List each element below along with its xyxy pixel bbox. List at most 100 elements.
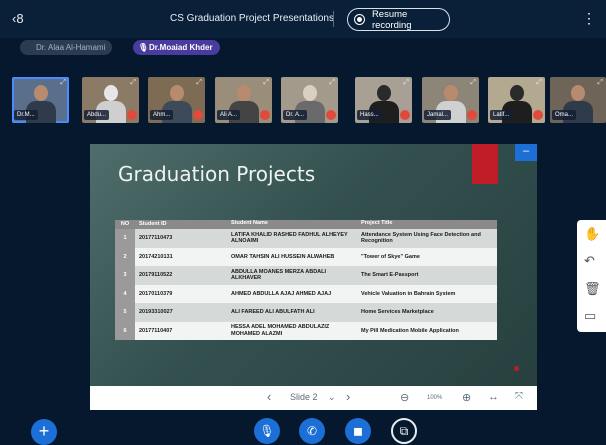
table-row: 6 20177110407 HESSA ADEL MOHAMED ABDULAZ… [115,321,497,340]
zoom-out-button[interactable]: ⊖ [400,391,409,404]
cell-student-name: HESSA ADEL MOHAMED ABDULAZIZ MOHAMED ALA… [231,324,330,337]
expand-icon[interactable]: ⤢ [403,79,409,87]
cell-project-title: Home Services Marketplace [361,309,434,315]
talker-indicator-1[interactable]: Dr. Alaa Al-Hamami [20,40,113,55]
expand-icon[interactable]: ⤢ [597,79,603,87]
participant-video [236,85,251,101]
slide-select[interactable]: Slide 2 [290,392,318,402]
chevron-down-icon[interactable]: ⌄ [328,392,336,403]
users-icon[interactable]: ‹8 [12,11,24,26]
resume-recording-button[interactable]: Resume recording [347,8,450,31]
header-no: NO [120,221,130,227]
table-header: NO Student ID Student Name Project Title [115,220,497,229]
cell-no: 6 [115,321,135,340]
table-row: 2 20174210131 OMAR TAHSIN ALI HUSSEIN AL… [115,247,497,266]
slide-title: Graduation Projects [118,162,316,186]
participant-video [443,85,458,101]
webcam-tile[interactable]: ⤢ Oma... [550,77,606,123]
participant-label: Dr.M... [14,110,38,120]
participant-label: Jamal... [424,110,452,120]
annotation-toolbar: ✋ ↶ 🗑 ▭ [577,220,606,332]
options-menu-icon[interactable]: ⋮ [582,10,596,27]
participant-label: Hass... [357,110,382,120]
actions-button[interactable]: + [31,419,57,445]
slide-navigation: ‹ Slide 2 ⌄ › ⊖ 100% ⊕ ↔ ⤧ [90,386,537,410]
table-row: 4 20170110379 AHMED ABDULLA AJAJ AHMED A… [115,284,497,303]
participant-label: Ahm... [150,110,174,120]
cell-student-id: 20170110379 [139,290,173,297]
cell-project-title: "Tower of Skye" Game [361,253,420,260]
undo-icon[interactable]: ↶ [584,253,595,269]
participant-video [376,85,391,101]
cell-student-id: 20177110407 [139,327,173,334]
share-screen-button[interactable]: ⧉ [391,418,417,444]
participant-label: Abdu... [84,110,110,120]
header-student-name: Student Name [231,220,268,226]
muted-icon [127,110,137,120]
fit-to-width-button[interactable]: ↔ [488,391,499,403]
muted-icon [326,110,336,120]
trash-icon[interactable]: 🗑 [584,281,601,297]
cell-student-name: OMAR TAHSIN ALI HUSSEIN ALWAHEB [231,253,335,260]
cell-project-title: Vehicle Valuation in Bahrain System [361,290,456,297]
cell-project-title: The Smart E-Passport [361,272,419,278]
expand-icon[interactable]: ⤢ [329,79,335,87]
cell-student-id: 20177110473 [139,235,173,242]
presentation-area: Graduation Projects – NO Student ID Stud… [90,144,537,410]
expand-icon[interactable]: ⤢ [536,79,542,87]
talker-name: Dr.Moaiad Khder [149,43,213,52]
cell-student-id: 20174210131 [139,253,173,260]
camera-button[interactable]: ◼ [345,418,371,444]
participant-label: Latif... [490,110,513,120]
cell-project-title: My Pill Medication Mobile Application [361,327,459,334]
previous-slide-button[interactable]: ‹ [267,389,271,404]
next-slide-button[interactable]: › [346,389,350,404]
participant-video [103,85,118,101]
webcam-tile[interactable]: ⤢ Jamal... [422,77,479,123]
cell-student-id: 20193310027 [139,309,173,316]
whiteboard-icon[interactable]: ▭ [584,308,596,324]
zoom-level: 100% [427,395,443,401]
expand-icon[interactable]: ⤢ [470,79,476,87]
webcam-tile[interactable]: ⤢ Ali A... [215,77,272,123]
webcam-strip: ⤢ Dr.M... ⤢ Abdu... ⤢ Ahm... ⤢ Ali A... … [12,77,606,123]
expand-icon[interactable]: ⤢ [263,79,269,87]
record-icon [354,14,365,25]
cell-no: 1 [115,229,135,248]
participant-video [169,85,184,101]
header-student-id: Student ID [139,221,167,227]
webcam-tile[interactable]: ⤢ Ahm... [148,77,205,123]
top-bar: ‹8 CS Graduation Project Presentations R… [0,0,606,38]
zoom-in-button[interactable]: ⊕ [462,391,471,404]
webcam-tile[interactable]: ⤢ Dr. A... [281,77,338,123]
expand-icon[interactable]: ⤢ [130,79,136,87]
bottom-controls: + 🎙 ✆ ◼ ⧉ [0,410,606,445]
talker-indicator-2[interactable]: 🎙 Dr.Moaiad Khder [133,40,220,55]
cell-student-id: 20179110522 [139,272,173,279]
meeting-title: CS Graduation Project Presentations [170,13,334,24]
webcam-tile[interactable]: ⤢ Dr.M... [12,77,69,123]
cell-no: 5 [115,303,135,322]
microphone-button[interactable]: 🎙 [254,418,280,444]
participant-video [302,85,317,101]
expand-icon[interactable]: ⤢ [60,79,66,87]
cell-project-title: Attendance System Using Face Detection a… [361,231,481,245]
webcam-tile[interactable]: ⤢ Hass... [355,77,412,123]
muted-icon [193,110,203,120]
projects-table: NO Student ID Student Name Project Title… [115,220,497,340]
cell-no: 3 [115,266,135,285]
participant-label: Oma... [552,110,577,120]
expand-icon[interactable]: ⤢ [196,79,202,87]
presentation-slide: Graduation Projects – NO Student ID Stud… [90,144,537,386]
fullscreen-button[interactable]: ⤧ [515,391,523,402]
header-project-title: Project Title [361,220,393,226]
talker-name: Dr. Alaa Al-Hamami [36,43,106,52]
participant-video [33,85,48,101]
cell-no: 4 [115,284,135,303]
leave-audio-button[interactable]: ✆ [299,418,325,444]
table-row: 5 20193310027 ALI FAREED ALI ABULFATH AL… [115,303,497,322]
hand-icon[interactable]: ✋ [584,226,600,242]
webcam-tile[interactable]: ⤢ Abdu... [82,77,139,123]
minimize-presentation-button[interactable]: – [515,144,537,161]
webcam-tile[interactable]: ⤢ Latif... [488,77,545,123]
